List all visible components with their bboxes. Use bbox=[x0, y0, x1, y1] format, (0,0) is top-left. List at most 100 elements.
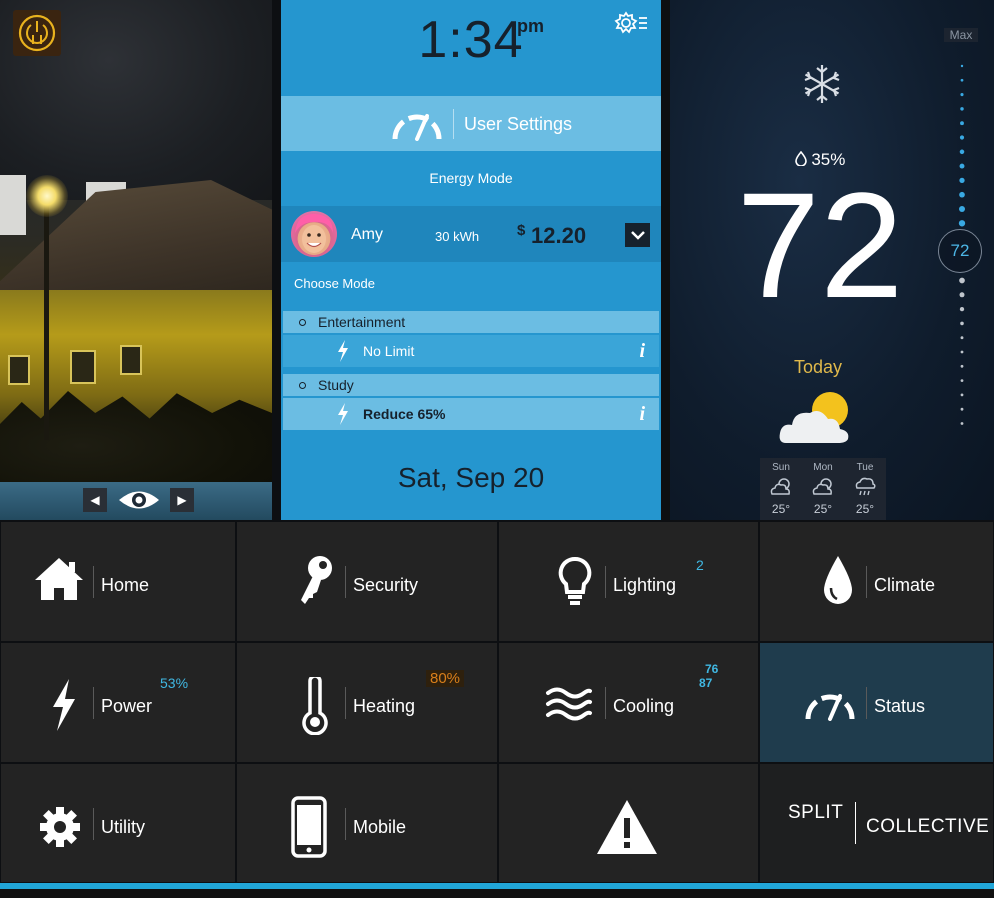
scale-dot bbox=[959, 149, 965, 155]
tile-separator bbox=[605, 687, 606, 719]
tile-separator bbox=[345, 566, 346, 598]
scale-dot bbox=[960, 364, 964, 368]
heating-badge: 80% bbox=[426, 670, 465, 687]
tile-separator bbox=[345, 808, 346, 840]
camera-view-button[interactable] bbox=[116, 486, 162, 514]
user-row[interactable]: Amy 30 kWh $ 12.20 bbox=[281, 206, 661, 262]
tile-separator bbox=[605, 566, 606, 598]
tile-cooling[interactable]: Cooling 76 87 bbox=[498, 642, 759, 763]
mode-detail-entertainment[interactable]: No Limit i bbox=[283, 335, 659, 367]
brand-tile: SPLIT COLLECTIVE bbox=[759, 763, 994, 883]
key-icon bbox=[301, 556, 332, 604]
tile-separator bbox=[93, 566, 94, 598]
tile-separator bbox=[866, 566, 867, 598]
brand-logo: SPLIT COLLECTIVE bbox=[788, 802, 989, 844]
user-settings-label: User Settings bbox=[453, 108, 572, 139]
mode-detail-study[interactable]: Reduce 65% i bbox=[283, 398, 659, 430]
gauge-icon bbox=[805, 694, 855, 721]
setpoint-handle[interactable]: 72 bbox=[938, 229, 982, 273]
scale-dot bbox=[959, 292, 965, 298]
power-badge: 53% bbox=[160, 675, 189, 691]
scale-dot bbox=[960, 107, 964, 111]
mode-option-entertainment[interactable]: Entertainment bbox=[283, 311, 659, 333]
tile-home[interactable]: Home bbox=[0, 521, 236, 642]
user-name: Amy bbox=[351, 226, 383, 243]
tile-power[interactable]: Power 53% bbox=[0, 642, 236, 763]
tile-lighting[interactable]: Lighting 2 bbox=[498, 521, 759, 642]
energy-panel: 1:34 pm User Settings Energy Mode Amy 30… bbox=[281, 0, 661, 520]
caret-left-icon: ◀ bbox=[90, 493, 100, 507]
partly-cloudy-icon bbox=[770, 478, 790, 495]
scale-dot bbox=[959, 277, 965, 284]
camera-feed[interactable]: ◀ ▶ bbox=[0, 0, 272, 520]
thermometer-icon bbox=[302, 677, 328, 735]
gauge-icon bbox=[392, 113, 442, 141]
tile-heating[interactable]: Heating 80% bbox=[236, 642, 498, 763]
home-icon bbox=[35, 558, 83, 600]
lightbulb-icon bbox=[558, 556, 592, 605]
info-icon[interactable]: i bbox=[639, 340, 645, 363]
camera-window bbox=[70, 350, 96, 384]
camera-window bbox=[8, 355, 30, 385]
camera-lamp-post bbox=[44, 200, 49, 440]
choose-mode-label: Choose Mode bbox=[294, 276, 375, 291]
avatar bbox=[291, 211, 337, 257]
forecast-day-name: Sun bbox=[772, 462, 790, 473]
max-label: Max bbox=[944, 28, 978, 42]
forecast-strip: Sun 25° Mon 25° Tue 25° bbox=[760, 458, 886, 520]
scale-dot bbox=[960, 350, 964, 354]
scale-dot bbox=[960, 336, 964, 340]
energy-mode-label: Energy Mode bbox=[429, 170, 513, 186]
cooling-badge-top: 76 bbox=[705, 662, 719, 676]
camera-prev-button[interactable]: ◀ bbox=[83, 488, 107, 512]
tile-alert[interactable] bbox=[498, 763, 759, 883]
mode-name: Study bbox=[318, 377, 354, 393]
climate-panel: 35% 72 Today Sun 25° Mon 25° Tue 25° Max… bbox=[670, 0, 994, 520]
tile-climate[interactable]: Climate bbox=[759, 521, 994, 642]
scale-dot bbox=[959, 163, 965, 169]
lightning-icon bbox=[53, 679, 75, 731]
tile-label: Mobile bbox=[353, 817, 407, 837]
info-icon[interactable]: i bbox=[639, 403, 645, 426]
mode-name: Entertainment bbox=[318, 314, 406, 330]
mobile-phone-icon bbox=[291, 796, 327, 858]
user-settings-bar[interactable]: User Settings bbox=[281, 96, 661, 151]
scale-dot bbox=[960, 321, 964, 326]
radio-icon bbox=[299, 318, 306, 326]
mode-option-study[interactable]: Study bbox=[283, 374, 659, 396]
tile-separator bbox=[866, 687, 867, 719]
lighting-badge: 2 bbox=[696, 557, 704, 573]
brand-line1: SPLIT bbox=[788, 802, 843, 823]
forecast-temp: 25° bbox=[771, 502, 791, 516]
rain-icon bbox=[855, 477, 876, 496]
caret-right-icon: ▶ bbox=[177, 493, 187, 507]
power-button[interactable] bbox=[13, 10, 61, 56]
tile-label: Status bbox=[874, 696, 926, 716]
camera-chimney bbox=[0, 175, 26, 235]
scale-dot bbox=[960, 93, 964, 97]
user-dropdown-button[interactable] bbox=[625, 223, 650, 247]
scale-dot bbox=[960, 78, 964, 82]
brand-divider bbox=[854, 802, 857, 844]
tile-label: Security bbox=[353, 575, 419, 595]
scale-dot bbox=[959, 177, 965, 184]
tile-separator bbox=[345, 687, 346, 719]
tile-label: Lighting bbox=[613, 575, 677, 595]
tile-utility[interactable]: Utility bbox=[0, 763, 236, 883]
eye-icon bbox=[119, 491, 159, 509]
forecast-day: Mon 25° bbox=[802, 458, 844, 520]
camera-next-button[interactable]: ▶ bbox=[170, 488, 194, 512]
tile-status[interactable]: Status bbox=[759, 642, 994, 763]
scale-dot bbox=[959, 135, 965, 140]
settings-button[interactable] bbox=[614, 10, 648, 36]
brand-line2: COLLECTIVE bbox=[866, 816, 990, 837]
tile-mobile[interactable]: Mobile bbox=[236, 763, 498, 883]
clock-time: 1:34 bbox=[418, 11, 524, 69]
tile-security[interactable]: Security bbox=[236, 521, 498, 642]
forecast-day-name: Mon bbox=[813, 462, 833, 473]
tile-label: Power bbox=[101, 696, 153, 716]
mode-limit: Reduce 65% bbox=[363, 406, 446, 422]
scale-dot bbox=[960, 64, 964, 68]
gear-icon bbox=[40, 807, 80, 847]
today-label: Today bbox=[793, 357, 843, 377]
